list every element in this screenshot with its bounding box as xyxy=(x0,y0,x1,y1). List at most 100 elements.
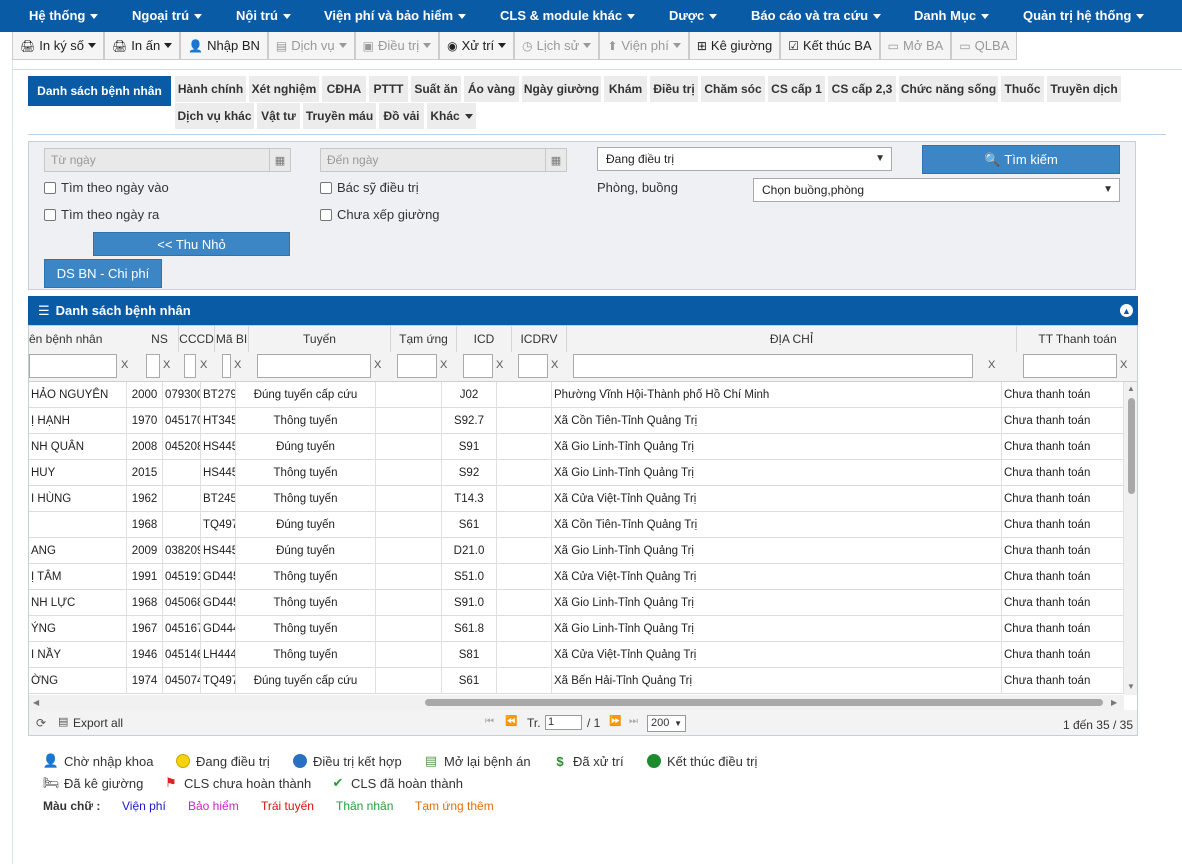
chevron-up-icon[interactable]: ▲ xyxy=(1120,304,1133,317)
table-row[interactable]: NH LỰC 1968 045068 GD445 Thông tuyến S91.0 Xã … xyxy=(29,590,1124,616)
next-page-icon[interactable]: ⏩ xyxy=(609,716,621,727)
collapse-button[interactable]: << Thu Nhỏ xyxy=(93,232,290,256)
clear-filter-icon[interactable]: X xyxy=(200,359,207,371)
clear-filter-icon[interactable]: X xyxy=(374,359,381,371)
scrollbar-thumb[interactable] xyxy=(425,699,1103,706)
tab-cs-cap-2-3[interactable]: CS cấp 2,3 xyxy=(828,76,896,102)
clear-filter-icon[interactable]: X xyxy=(1120,359,1127,371)
treatment-button[interactable]: ▣ Điều trị xyxy=(354,32,440,60)
clear-filter-icon[interactable]: X xyxy=(163,359,170,371)
scroll-right-icon[interactable]: ▶ xyxy=(1111,698,1117,707)
table-row[interactable]: ỜNG 1974 045074 TQ497 Đúng tuyến cấp cứu S61 X… xyxy=(29,668,1124,694)
col-tuyen[interactable]: Tuyến xyxy=(249,326,391,352)
no-bed-checkbox[interactable]: Chưa xếp giường xyxy=(320,207,440,222)
tab-kham[interactable]: Khám xyxy=(604,76,647,102)
table-row[interactable]: I NẦY 1946 045146 LH444 Thông tuyến S81 Xã Cửa… xyxy=(29,642,1124,668)
nav-he-thong[interactable]: Hệ thống xyxy=(29,8,99,23)
col-cccd[interactable]: CCCD xyxy=(179,326,215,352)
clear-filter-icon[interactable]: X xyxy=(988,359,995,371)
col-ns[interactable]: NS xyxy=(141,326,179,352)
tab-khac[interactable]: Khác xyxy=(427,103,476,129)
refresh-icon[interactable]: ⟳ xyxy=(36,716,46,730)
services-button[interactable]: ▤ Dịch vụ xyxy=(267,32,355,60)
ns-filter-input[interactable] xyxy=(146,354,160,378)
address-filter-input[interactable] xyxy=(573,354,973,378)
payment-filter-input[interactable] xyxy=(1023,354,1117,378)
tab-thuoc[interactable]: Thuốc xyxy=(1001,76,1044,102)
first-page-icon[interactable]: ⏮ xyxy=(485,716,494,727)
clear-filter-icon[interactable]: X xyxy=(234,359,241,371)
admit-date-checkbox[interactable]: Tìm theo ngày vào xyxy=(44,180,169,195)
table-row[interactable]: HẢO NGUYÊN 2000 079300 BT279 Đúng tuyến cấp … xyxy=(29,382,1124,408)
scrollbar-thumb[interactable] xyxy=(1128,398,1135,494)
clear-filter-icon[interactable]: X xyxy=(440,359,447,371)
tab-pttt[interactable]: PTTT xyxy=(369,76,408,102)
print-button[interactable]: 🖨 In ấn xyxy=(104,32,181,60)
col-dia-chi[interactable]: ĐỊA CHỈ xyxy=(567,326,1017,352)
table-row[interactable]: Ị TÂM 1991 045191 GD445 Thông tuyến S51.0 Xã C… xyxy=(29,564,1124,590)
calendar-icon[interactable]: ▦ xyxy=(545,148,567,172)
nav-noi-tru[interactable]: Nội trú xyxy=(236,8,291,23)
tab-chuc-nang-song[interactable]: Chức năng sống xyxy=(899,76,998,102)
nav-bao-cao[interactable]: Báo cáo và tra cứu xyxy=(751,8,882,23)
col-tam-ung[interactable]: Tạm ứng xyxy=(391,326,457,352)
doctor-checkbox[interactable]: Bác sỹ điều trị xyxy=(320,180,419,195)
icdrv-filter-input[interactable] xyxy=(518,354,548,378)
page-size-select[interactable]: 200 ▼ xyxy=(647,715,686,732)
icd-filter-input[interactable] xyxy=(463,354,493,378)
nav-ngoai-tru[interactable]: Ngoại trú xyxy=(132,8,203,23)
cost-list-button[interactable]: DS BN - Chi phí xyxy=(44,259,162,288)
table-row[interactable]: Ị HẠNH 1970 045170 HT345 Thông tuyến S92.7 Xã … xyxy=(29,408,1124,434)
name-filter-input[interactable] xyxy=(29,354,117,378)
last-page-icon[interactable]: ⏭ xyxy=(629,716,638,727)
tab-vat-tu[interactable]: Vật tư xyxy=(257,103,300,129)
end-record-button[interactable]: ☑ Kết thúc BA xyxy=(780,32,880,60)
tam-ung-filter-input[interactable] xyxy=(397,354,437,378)
export-all-button[interactable]: Export all xyxy=(73,716,123,730)
col-tt-thanh-toan[interactable]: TT Thanh toán xyxy=(1017,326,1137,352)
handle-button[interactable]: ◉ Xử trí xyxy=(439,32,515,60)
print-sign-button[interactable]: 🖨 In ký số xyxy=(12,32,105,60)
tab-cdha[interactable]: CĐHA xyxy=(322,76,366,102)
qlba-button[interactable]: ▭ QLBA xyxy=(951,32,1018,60)
nav-vien-phi-bao-hiem[interactable]: Viện phí và bảo hiểm xyxy=(324,8,467,23)
clear-filter-icon[interactable]: X xyxy=(121,359,128,371)
discharge-date-checkbox[interactable]: Tìm theo ngày ra xyxy=(44,207,159,222)
cccd-filter-input[interactable] xyxy=(184,354,196,378)
nav-danh-muc[interactable]: Danh Mục xyxy=(914,8,990,23)
scroll-down-icon[interactable]: ▼ xyxy=(1127,682,1135,691)
mabi-filter-input[interactable] xyxy=(222,354,231,378)
page-number-input[interactable]: 1 xyxy=(545,715,582,730)
tuyen-filter-input[interactable] xyxy=(257,354,371,378)
tab-cham-soc[interactable]: Chăm sóc xyxy=(701,76,765,102)
history-button[interactable]: ◷ Lịch sử xyxy=(514,32,600,60)
table-row[interactable]: 1968 TQ497 Đúng tuyến S61 Xã Cồn Tiên-Tỉnh Q… xyxy=(29,512,1124,538)
tab-truyen-dich[interactable]: Truyền dịch xyxy=(1047,76,1121,102)
tab-cs-cap-1[interactable]: CS cấp 1 xyxy=(768,76,825,102)
status-select[interactable]: Đang điều trị ▼ xyxy=(597,147,892,171)
prev-page-icon[interactable]: ⏪ xyxy=(505,716,517,727)
from-date-input[interactable]: Từ ngày xyxy=(44,148,270,172)
tab-patient-list[interactable]: Danh sách bệnh nhân xyxy=(28,76,171,106)
table-row[interactable]: ÝNG 1967 045167 GD444 Thông tuyến S61.8 Xã Gio… xyxy=(29,616,1124,642)
tab-dieu-tri[interactable]: Điều trị xyxy=(650,76,698,102)
open-record-button[interactable]: ▭ Mở BA xyxy=(879,32,952,60)
tab-ao-vang[interactable]: Áo vàng xyxy=(464,76,519,102)
table-row[interactable]: ANG 2009 038209 HS445 Đúng tuyến D21.0 Xã Gio … xyxy=(29,538,1124,564)
add-patient-button[interactable]: 👤 Nhập BN xyxy=(180,32,268,60)
tab-hanh-chinh[interactable]: Hành chính xyxy=(175,76,246,102)
assign-bed-button[interactable]: ⊞ Kê giường xyxy=(688,32,781,60)
nav-cls-module[interactable]: CLS & module khác xyxy=(500,8,636,23)
vertical-scrollbar[interactable]: ▲ ▼ xyxy=(1124,382,1137,695)
calendar-icon[interactable]: ▦ xyxy=(269,148,291,172)
nav-quan-tri[interactable]: Quản trị hệ thống xyxy=(1023,8,1145,23)
clear-filter-icon[interactable]: X xyxy=(551,359,558,371)
col-icdrv[interactable]: ICDRV xyxy=(512,326,567,352)
tab-xet-nghiem[interactable]: Xét nghiệm xyxy=(249,76,319,102)
col-icd[interactable]: ICD xyxy=(457,326,512,352)
to-date-input[interactable]: Đến ngày xyxy=(320,148,546,172)
clear-filter-icon[interactable]: X xyxy=(496,359,503,371)
tab-ngay-giuong[interactable]: Ngày giường xyxy=(522,76,601,102)
room-select[interactable]: Chọn buồng,phòng ▼ xyxy=(753,178,1120,202)
col-mabi[interactable]: Mã BI xyxy=(215,326,249,352)
